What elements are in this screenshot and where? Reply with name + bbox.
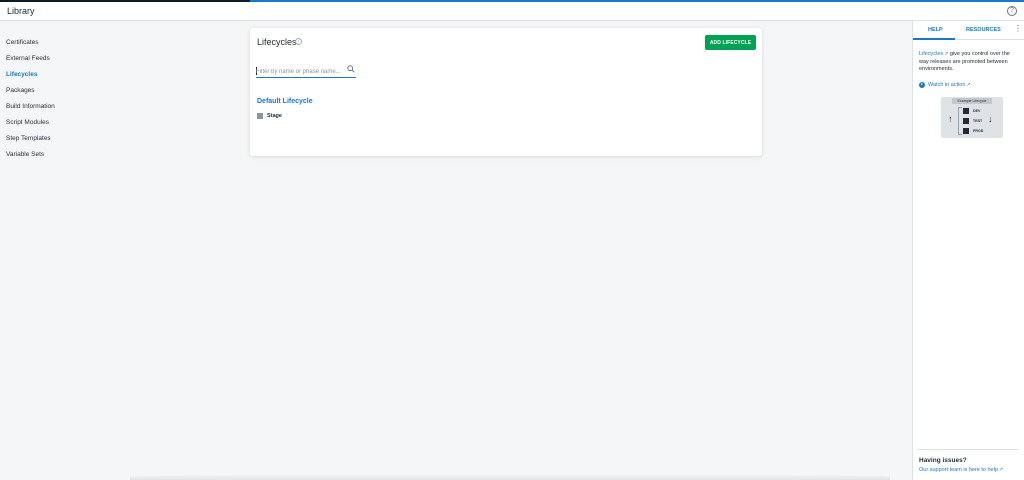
- support-link[interactable]: Our support team is here to help↗: [919, 467, 1003, 473]
- help-panel: HELP RESOURCES ⋮ Lifecycles↗ give you co…: [912, 21, 1024, 480]
- phase-item: Stage: [257, 113, 282, 119]
- watch-label: Watch in action: [928, 82, 966, 88]
- having-issues-heading: Having issues?: [919, 457, 967, 464]
- card-title: Lifecycles: [257, 37, 297, 47]
- env-label: TEST: [973, 119, 983, 123]
- more-vertical-icon[interactable]: ⋮: [1014, 25, 1022, 33]
- play-icon: [919, 82, 925, 88]
- page-header: Library ?: [0, 2, 1024, 21]
- page-title: Library: [7, 6, 35, 16]
- phase-square-icon: [257, 113, 263, 119]
- help-panel-tabs: HELP RESOURCES ⋮: [913, 21, 1024, 40]
- external-link-icon: ↗: [966, 82, 971, 88]
- env-label: PROD: [973, 129, 984, 133]
- active-tab-indicator: [913, 38, 955, 40]
- diagram-bracket: [958, 107, 962, 135]
- lifecycles-card: Lifecycles ? ADD LIFECYCLE Default Lifec…: [250, 28, 762, 156]
- env-box-icon: [963, 118, 969, 124]
- divider: [918, 449, 1018, 450]
- sidebar-item-build-information[interactable]: Build Information: [0, 100, 200, 116]
- watch-in-action-link[interactable]: Watch in action ↗: [919, 82, 971, 88]
- sidebar-item-packages[interactable]: Packages: [0, 84, 200, 100]
- bottom-shadow: [130, 474, 890, 480]
- external-link-icon: ↗: [998, 467, 1004, 473]
- diagram-title: Example Lifecycle: [952, 98, 992, 104]
- add-lifecycle-button[interactable]: ADD LIFECYCLE: [705, 35, 756, 50]
- env-label: DEV: [973, 109, 981, 113]
- lifecycle-link-default[interactable]: Default Lifecycle: [257, 98, 313, 105]
- filter-field[interactable]: [256, 65, 356, 78]
- example-lifecycle-diagram: Example Lifecycle ↑ DEV TEST PROD ↓: [941, 97, 1003, 138]
- lifecycles-doc-link[interactable]: Lifecycles↗: [919, 51, 948, 57]
- info-icon[interactable]: ?: [295, 38, 302, 45]
- arrow-up-icon: ↑: [948, 114, 953, 124]
- phase-label: Stage: [267, 113, 282, 119]
- diagram-env-prod: PROD: [963, 127, 993, 135]
- env-box-icon: [963, 128, 969, 134]
- tab-resources[interactable]: RESOURCES: [966, 27, 1001, 33]
- question-circle-icon[interactable]: ?: [1007, 6, 1017, 16]
- support-link-label: Our support team is here to help: [919, 467, 998, 473]
- sidebar-item-certificates[interactable]: Certificates: [0, 36, 200, 52]
- help-description: Lifecycles↗ give you control over the wa…: [919, 51, 1021, 74]
- search-icon[interactable]: [347, 65, 355, 73]
- sidebar-item-lifecycles[interactable]: Lifecycles: [0, 68, 200, 84]
- arrow-down-icon: ↓: [988, 114, 993, 124]
- env-box-icon: [963, 108, 969, 114]
- sidebar-item-step-templates[interactable]: Step Templates: [0, 132, 200, 148]
- sidebar-item-variable-sets[interactable]: Variable Sets: [0, 148, 200, 164]
- library-sidebar: Certificates External Feeds Lifecycles P…: [0, 36, 200, 164]
- lifecycles-doc-link-label: Lifecycles: [919, 51, 944, 57]
- filter-input[interactable]: [256, 66, 344, 77]
- tab-help[interactable]: HELP: [928, 27, 943, 33]
- sidebar-item-external-feeds[interactable]: External Feeds: [0, 52, 200, 68]
- sidebar-item-script-modules[interactable]: Script Modules: [0, 116, 200, 132]
